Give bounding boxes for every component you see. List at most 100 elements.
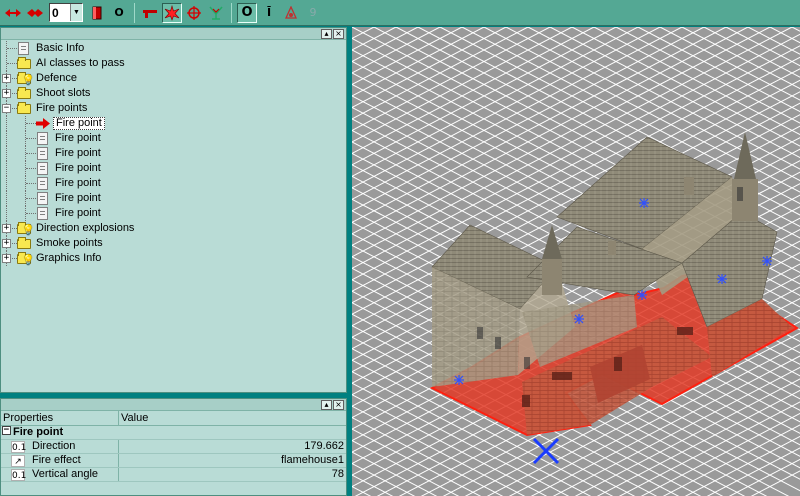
col-properties[interactable]: Properties <box>1 411 119 425</box>
object-tree-panel: ▴ × Basic Info AI classes to pass + 💡 Defenc… <box>0 27 347 393</box>
tower-window <box>737 187 743 201</box>
tree-item-label: Shoot slots <box>36 87 91 99</box>
tree-item[interactable]: Basic Info <box>1 41 346 56</box>
tree-item-label: Fire point <box>55 162 101 174</box>
tree-item-label: Fire point <box>55 207 101 219</box>
property-name-cell: 0.1 Vertical angle <box>1 468 119 481</box>
fire-point-marker[interactable] <box>574 314 584 324</box>
property-value[interactable]: 179.662 <box>119 440 346 453</box>
crosshair-icon[interactable] <box>184 3 204 23</box>
pin-icon[interactable]: ▴ <box>321 29 332 39</box>
tree-item[interactable]: Fire point <box>1 116 346 131</box>
expand-icon[interactable]: + <box>2 74 11 83</box>
expand-icon[interactable]: + <box>2 89 11 98</box>
tree-connector <box>26 123 36 124</box>
property-value[interactable]: 78 <box>119 468 346 481</box>
tree-item-label: Fire point <box>53 117 105 130</box>
fire-point-marker[interactable] <box>639 198 649 208</box>
tree-item[interactable]: + 💡 Defence <box>1 71 346 86</box>
layer-combo[interactable]: 0 ▼ <box>49 3 83 22</box>
props-panel-caption: ▴ × <box>1 399 346 411</box>
tree-item[interactable]: Fire point <box>1 146 346 161</box>
tree-icon[interactable] <box>206 3 226 23</box>
tree-connector <box>6 191 7 206</box>
tree-item[interactable]: + 💡 Graphics Info <box>1 251 346 266</box>
property-rows: 0.1 Direction 179.662 ↗ Fire effect flamehous… <box>1 440 346 482</box>
tree-item[interactable]: Fire point <box>1 176 346 191</box>
tree-item[interactable]: AI classes to pass <box>1 56 346 71</box>
tree-connector <box>6 131 7 146</box>
doc-icon <box>37 147 48 160</box>
gun-icon[interactable] <box>140 3 160 23</box>
property-row[interactable]: ↗ Fire effect flamehouse1 <box>1 454 346 468</box>
tree-item[interactable]: Fire point <box>1 206 346 221</box>
tree-item-label: Fire point <box>55 177 101 189</box>
fire-point-marker[interactable] <box>454 375 464 385</box>
tree-item-label: Direction explosions <box>36 222 135 234</box>
o-label: O <box>114 6 124 19</box>
g-icon[interactable]: 9 <box>303 3 323 23</box>
chevron-down-icon[interactable]: ▼ <box>70 4 82 21</box>
tree-connector <box>26 168 36 169</box>
property-name: Direction <box>32 440 76 452</box>
move-horizontal-icon[interactable] <box>3 3 23 23</box>
folder-icon <box>17 57 31 69</box>
property-row[interactable]: 0.1 Direction 179.662 <box>1 440 346 454</box>
tree-connector <box>6 176 7 191</box>
tree-item[interactable]: − Fire points <box>1 101 346 116</box>
property-row[interactable]: 0.1 Vertical angle 78 <box>1 468 346 482</box>
properties-panel: ▴ × Properties Value − Fire point 0.1 Dir… <box>0 398 347 496</box>
pin-icon[interactable]: ▴ <box>321 400 332 410</box>
ik-icon[interactable]: Ī <box>259 3 279 23</box>
window <box>522 395 530 407</box>
doc-icon <box>37 132 48 145</box>
collapse-icon[interactable]: − <box>2 104 11 113</box>
property-value[interactable]: flamehouse1 <box>119 454 346 467</box>
tree-connector <box>26 213 36 214</box>
properties-header: Properties Value <box>1 411 346 426</box>
folder-icon <box>17 87 31 99</box>
window <box>495 337 501 349</box>
toolbar-separator <box>134 2 135 23</box>
o-icon[interactable]: O <box>109 3 129 23</box>
fire-point-marker[interactable] <box>637 290 647 300</box>
property-type-icon: 0.1 <box>11 468 27 481</box>
move-diamond-icon[interactable] <box>25 3 45 23</box>
tree-connector <box>6 146 7 161</box>
folder-bulb-icon: 💡 <box>17 222 34 236</box>
fire-cone-icon[interactable] <box>281 3 301 23</box>
tree-item-label: Fire points <box>36 102 88 114</box>
tree-item-label: Fire point <box>55 132 101 144</box>
expand-icon[interactable]: + <box>2 239 11 248</box>
property-group-fire-point[interactable]: − Fire point <box>1 426 346 440</box>
doc-icon <box>18 42 29 55</box>
expand-icon[interactable]: + <box>2 254 11 263</box>
fire-point-marker[interactable] <box>762 256 772 266</box>
bulb-icon: 💡 <box>22 255 35 266</box>
tree-item[interactable]: + Smoke points <box>1 236 346 251</box>
tree-item-label: Defence <box>36 72 77 84</box>
explosion-icon[interactable] <box>162 2 182 23</box>
tree-connector <box>26 183 36 184</box>
close-icon[interactable]: × <box>333 400 344 410</box>
viewport-canvas[interactable] <box>352 27 800 496</box>
close-icon[interactable]: × <box>333 29 344 39</box>
tree-item[interactable]: Fire point <box>1 131 346 146</box>
ik-label: Ī <box>266 6 272 19</box>
property-name-cell: ↗ Fire effect <box>1 454 119 467</box>
expand-icon[interactable]: + <box>2 224 11 233</box>
tree-item[interactable]: Fire point <box>1 191 346 206</box>
fire-point-marker[interactable] <box>717 274 727 284</box>
3d-viewport[interactable] <box>352 27 800 496</box>
tree-item[interactable]: Fire point <box>1 161 346 176</box>
circle-o-icon[interactable]: O <box>237 2 257 23</box>
folder-bulb-icon: 💡 <box>17 72 34 86</box>
tree-item-label: Fire point <box>55 147 101 159</box>
red-arrow-icon <box>36 118 50 129</box>
collapse-icon[interactable]: − <box>2 426 11 435</box>
col-value[interactable]: Value <box>119 411 346 425</box>
tree-item[interactable]: + Shoot slots <box>1 86 346 101</box>
red-block-icon[interactable] <box>87 3 107 23</box>
tree-item[interactable]: + 💡 Direction explosions <box>1 221 346 236</box>
layer-combo-value: 0 <box>52 5 59 20</box>
